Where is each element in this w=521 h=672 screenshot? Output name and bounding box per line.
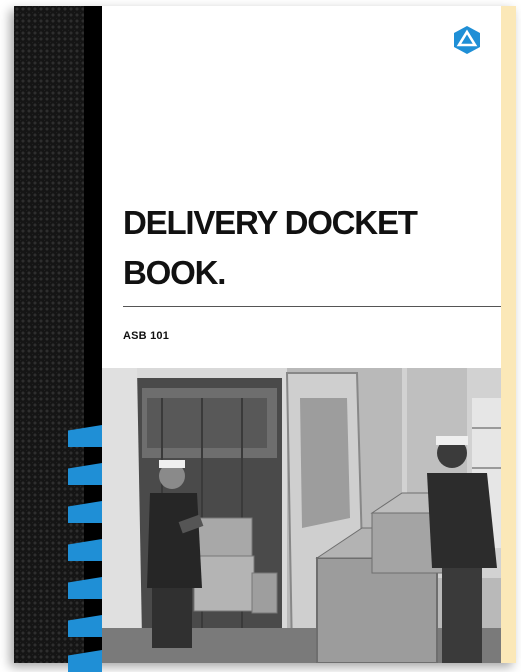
spine-edge <box>84 6 102 663</box>
product-code: ASB 101 <box>123 330 170 342</box>
divider <box>123 306 501 307</box>
title-line-1: DELIVERY DOCKET <box>123 204 418 241</box>
triangle-hex-logo-icon <box>454 26 480 54</box>
cover-title: DELIVERY DOCKET BOOK. <box>123 198 493 298</box>
book-cover: DELIVERY DOCKET BOOK. ASB 101 <box>102 6 501 663</box>
delivery-van-photo <box>102 368 501 663</box>
title-line-2: BOOK. <box>123 254 226 291</box>
page-edge <box>501 6 516 663</box>
